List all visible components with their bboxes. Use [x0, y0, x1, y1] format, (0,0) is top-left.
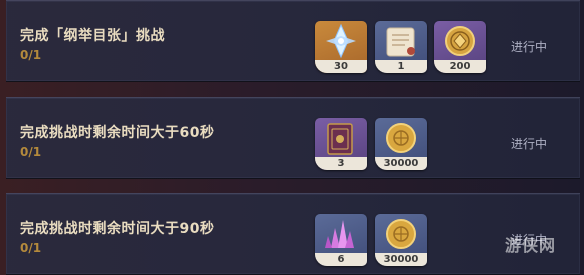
reward-count: 30000 [375, 157, 427, 170]
challenge-title: 完成「纲举目张」挑战 [20, 28, 165, 44]
reward-item[interactable]: 30000 [375, 118, 427, 170]
challenge-progress: 0/1 [20, 241, 42, 255]
status-label: 进行中 [511, 137, 548, 151]
mora-icon [386, 123, 416, 153]
scroll-icon [386, 27, 415, 57]
challenge-progress: 0/1 [20, 48, 42, 62]
mora-icon [386, 219, 416, 249]
challenge-title: 完成挑战时剩余时间大于90秒 [20, 221, 215, 237]
status-label: 进行中 [511, 40, 548, 54]
primogem-icon [326, 23, 356, 59]
book-icon [327, 123, 353, 155]
challenge-row: 完成挑战时剩余时间大于60秒 0/1 3 30000 进行中 [6, 97, 580, 179]
challenge-title: 完成挑战时剩余时间大于60秒 [20, 125, 215, 141]
watermark: 游侠网 [505, 236, 557, 255]
reward-item[interactable]: 200 [434, 21, 486, 73]
coin-icon [445, 26, 475, 56]
challenge-progress: 0/1 [20, 145, 42, 159]
reward-count: 3 [315, 157, 367, 170]
reward-item[interactable]: 30 [315, 21, 367, 73]
reward-count: 30000 [375, 253, 427, 266]
reward-count: 200 [434, 60, 486, 73]
challenge-row: 完成挑战时剩余时间大于90秒 0/1 6 30000 进行中 [6, 193, 580, 275]
reward-item[interactable]: 1 [375, 21, 427, 73]
reward-item[interactable]: 3 [315, 118, 367, 170]
reward-count: 30 [315, 60, 367, 73]
reward-item[interactable]: 6 [315, 214, 367, 266]
reward-count: 6 [315, 253, 367, 266]
reward-item[interactable]: 30000 [375, 214, 427, 266]
crystal-icon [325, 220, 354, 248]
reward-count: 1 [375, 60, 427, 73]
challenge-row: 完成「纲举目张」挑战 0/1 30 1 200 进行中 [6, 0, 580, 82]
